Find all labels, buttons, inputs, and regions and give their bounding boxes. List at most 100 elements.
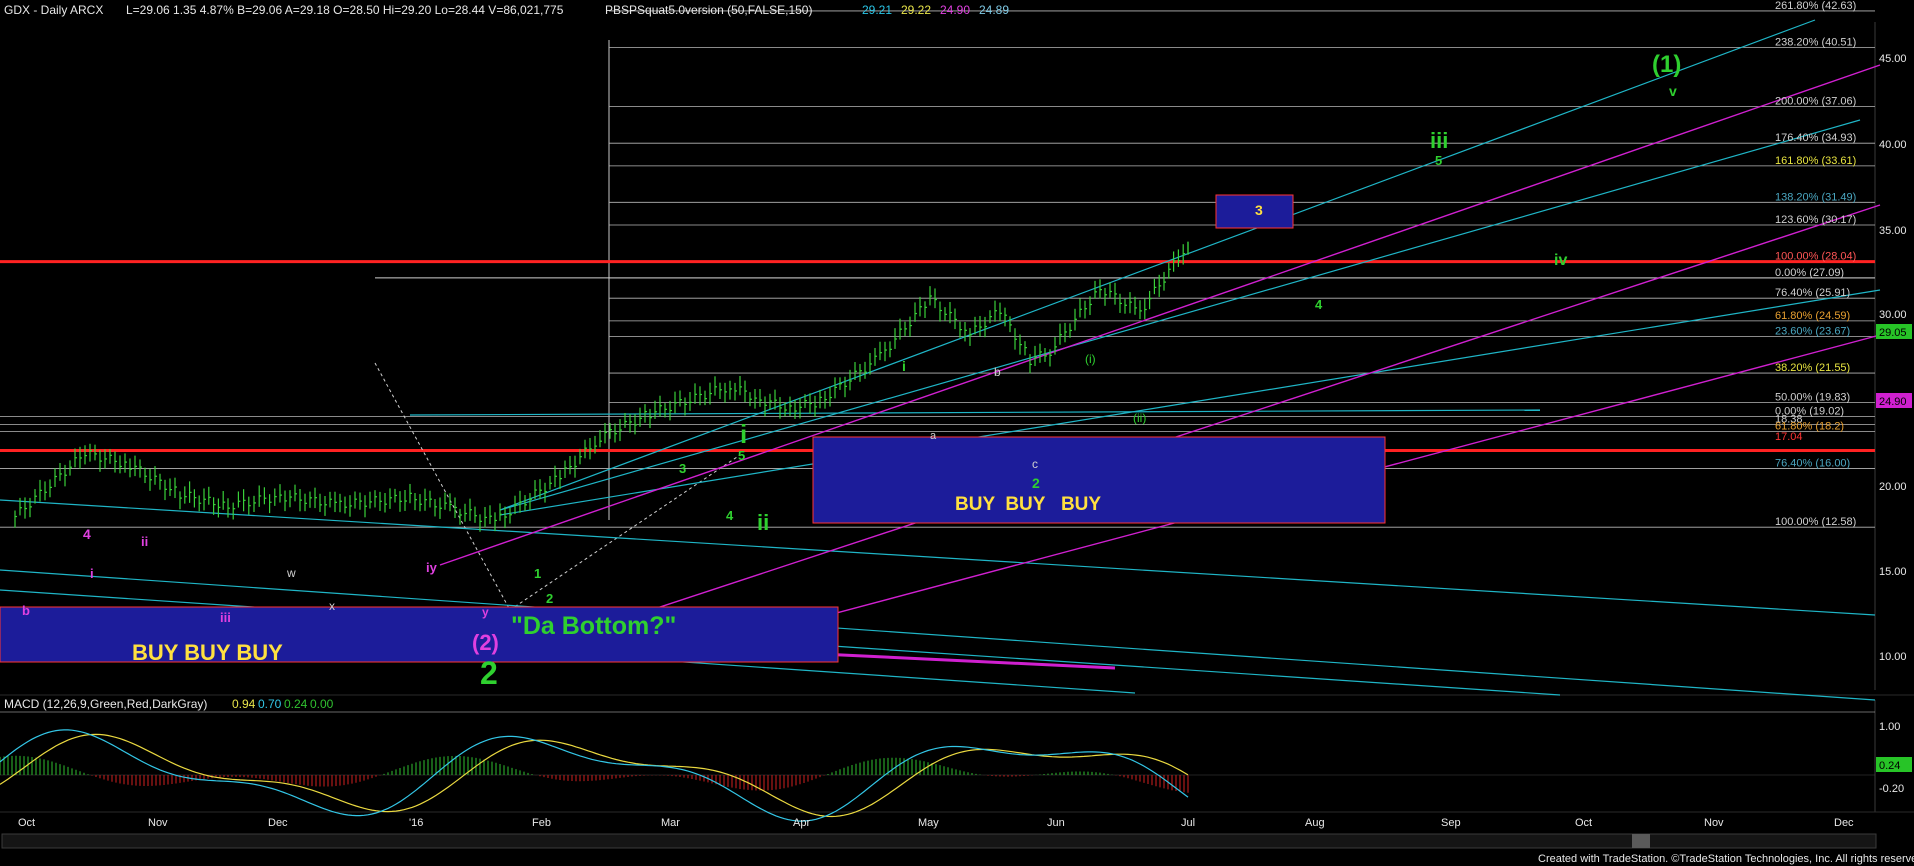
fib-label: 76.40% (25.91) [1775,287,1850,299]
bottom-annotation: "Da Bottom?" [511,612,676,640]
projection-dotted-line [509,454,741,611]
channel-line [409,409,1541,416]
month-label: Jun [1047,817,1065,829]
axis-tick-label: 30.00 [1879,309,1907,321]
wave-label: 3 [1255,202,1263,218]
ma-value-3: 24.90 [940,3,970,17]
month-label: Apr [793,817,810,829]
wave-label: 1 [534,566,541,581]
ma-value-4: 24.89 [979,3,1009,17]
month-label: Jul [1181,817,1195,829]
wave-label: i [902,358,906,374]
buy-zone-box-left [0,606,839,663]
wave-label: 2 [480,655,498,691]
fib-label: 61.80% (24.59) [1775,310,1850,322]
ma-value-1: 29.21 [862,3,892,17]
wave-label: y [482,605,489,619]
wave-label: 3 [679,461,686,476]
wave-label: i [90,566,94,581]
wave-label: b [22,603,30,618]
horizontal-scrollbar[interactable] [1,833,1877,849]
fib-label: 50.00% (19.83) [1775,392,1850,404]
macd-value-1: 0.94 [232,697,256,711]
month-label: Aug [1305,817,1325,829]
fib-label: 100.00% (28.04) [1775,251,1856,263]
macd-line [0,729,1189,822]
fib-label: 200.00% (37.06) [1775,96,1856,108]
axis-tick-label: 15.00 [1879,566,1907,578]
buy-zone-label-mid: BUY BUY BUY [955,494,1101,515]
fib-label: 17.04 [1775,431,1803,443]
macd-value-2: 0.70 [258,697,282,711]
axis-tick-label: 35.00 [1879,225,1907,237]
ma-value-2: 29.22 [901,3,931,17]
wave-label: x [329,599,335,613]
wave-label: 4 [726,508,734,523]
wave-label: 2 [546,591,553,606]
month-label: Sep [1441,817,1461,829]
fib-label: 100.00% (12.58) [1775,516,1856,528]
wave-label: iii [220,610,231,625]
ma-price-label: 24.90 [1879,396,1907,408]
wave-label: (i) [1085,352,1096,366]
wave-label: (2) [472,630,499,655]
wave-label: iii [1430,128,1448,153]
fib-label: 261.80% (42.63) [1775,0,1856,12]
fib-label: 123.60% (30.17) [1775,214,1856,226]
wave-label: iv [1554,252,1567,269]
symbol-label: GDX - Daily ARCX [4,3,103,17]
last-price-label: 29.05 [1879,327,1907,339]
wave-label: 4 [1315,297,1323,312]
footer-credit: Created with TradeStation. ©TradeStation… [1538,853,1914,865]
macd-tick: 0.24 [1879,760,1900,772]
wave-label: 5 [1435,153,1442,168]
wave-label: 4 [83,526,91,542]
scrollbar-thumb[interactable] [1632,834,1650,848]
axis-tick-label: 45.00 [1879,53,1907,65]
wave-label: iy [426,560,438,575]
axis-tick-label: 40.00 [1879,139,1907,151]
month-label: Nov [148,817,168,829]
month-label: Mar [661,817,680,829]
macd-header: MACD (12,26,9,Green,Red,DarkGray) [4,697,207,711]
indicator-label: PBSPSquat5.0version (50,FALSE,150) [605,3,812,17]
wave-label: (1) [1652,51,1681,78]
macd-value-4: 0.00 [310,697,334,711]
fib-label: 0.00% (27.09) [1775,267,1844,279]
fib-label: 238.20% (40.51) [1775,36,1856,48]
fib-label: 76.40% (16.00) [1775,457,1850,469]
month-label: Dec [1834,817,1854,829]
fib-label: 161.80% (33.61) [1775,155,1856,167]
chart-window: GDX - Daily ARCX L=29.06 1.35 4.87% B=29… [0,0,1914,866]
month-label: Dec [268,817,288,829]
month-label: '16 [409,817,423,829]
macd-value-3: 0.24 [284,697,308,711]
fib-label: 176.40% (34.93) [1775,132,1856,144]
wave-label: c [1032,457,1038,471]
wave-label: a [930,430,937,442]
wave-label: (ii) [1133,411,1146,425]
quote-readout: L=29.06 1.35 4.87% B=29.06 A=29.18 O=28.… [126,3,564,17]
buy-zone-label-left: BUY BUY BUY [132,640,283,665]
month-label: Feb [532,817,551,829]
month-label: Nov [1704,817,1724,829]
month-label: Oct [18,817,35,829]
wave-label: i [740,419,747,449]
wave-label: v [1669,83,1677,99]
month-label: May [918,817,939,829]
macd-tick: 1.00 [1879,721,1900,733]
chart-canvas: GDX - Daily ARCX L=29.06 1.35 4.87% B=29… [0,0,1914,865]
wave-label: 2 [1032,475,1040,491]
macd-tick: -0.20 [1879,783,1904,795]
fib-label: 38.20% (21.55) [1775,362,1850,374]
wave-label: ii [141,534,148,549]
wave-label: w [286,566,296,580]
projection-dotted-line [374,362,511,611]
wave-label: 5 [738,448,745,463]
fib-label: 23.60% (23.67) [1775,326,1850,338]
month-label: Oct [1575,817,1592,829]
wave-label: b [994,365,1001,379]
wave-label: ii [757,510,769,535]
fib-label: 138.20% (31.49) [1775,191,1856,203]
axis-tick-label: 10.00 [1879,651,1907,663]
